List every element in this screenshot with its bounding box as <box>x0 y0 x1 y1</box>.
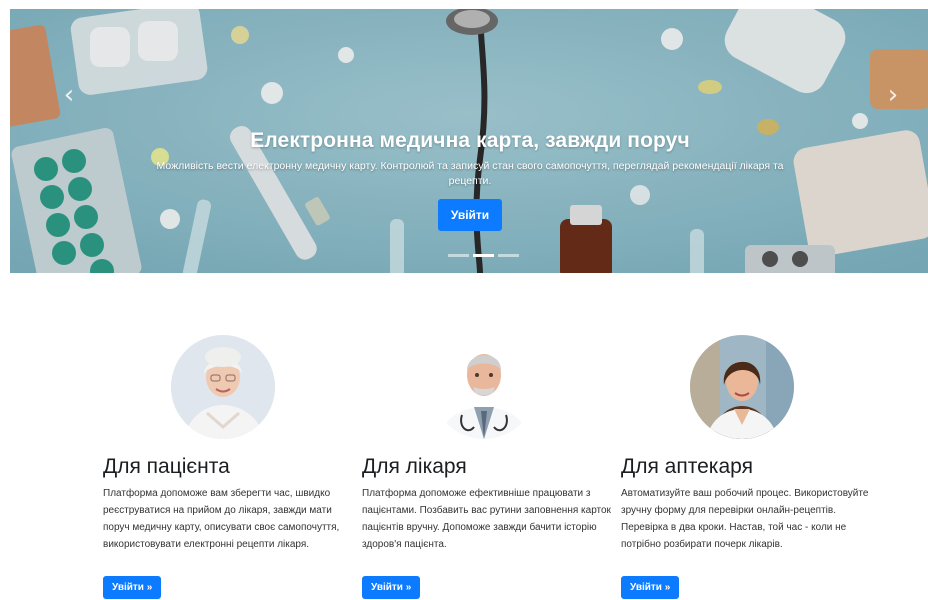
carousel-indicator-2[interactable] <box>473 254 494 257</box>
feature-pharmacist-title: Для аптекаря <box>621 455 753 478</box>
feature-patient-text: Платформа допоможе вам зберегти час, шви… <box>103 488 340 550</box>
patient-login-button[interactable]: Увійти » <box>103 576 162 599</box>
doctor-avatar <box>432 335 536 439</box>
feature-doctor-title: Для лікаря <box>362 455 467 478</box>
carousel-next-icon[interactable]: › <box>878 75 908 115</box>
feature-pharmacist-text: Автоматизуйте ваш робочий процес. Викори… <box>621 488 869 550</box>
hero-carousel: ‹ › Електронна медична карта, завжди пор… <box>10 9 928 273</box>
patient-avatar <box>171 335 275 439</box>
hero-title: Електронна медична карта, завжди поруч <box>250 129 690 152</box>
hero-login-button[interactable]: Увійти <box>437 199 503 231</box>
carousel-prev-icon[interactable]: ‹ <box>54 75 84 115</box>
hero-caption: Електронна медична карта, завжди поруч М… <box>140 128 800 231</box>
feature-doctor-text: Платформа допоможе ефективніше працювати… <box>362 488 611 550</box>
carousel-indicators <box>448 254 519 257</box>
carousel-indicator-3[interactable] <box>498 254 519 257</box>
pharmacist-login-button[interactable]: Увійти » <box>621 576 680 599</box>
hero-description: Можливість вести електронну медичну карт… <box>156 160 784 187</box>
feature-patient-title: Для пацієнта <box>103 455 230 478</box>
pharmacist-avatar <box>690 335 794 439</box>
doctor-login-button[interactable]: Увійти » <box>362 576 421 599</box>
carousel-indicator-1[interactable] <box>448 254 469 257</box>
